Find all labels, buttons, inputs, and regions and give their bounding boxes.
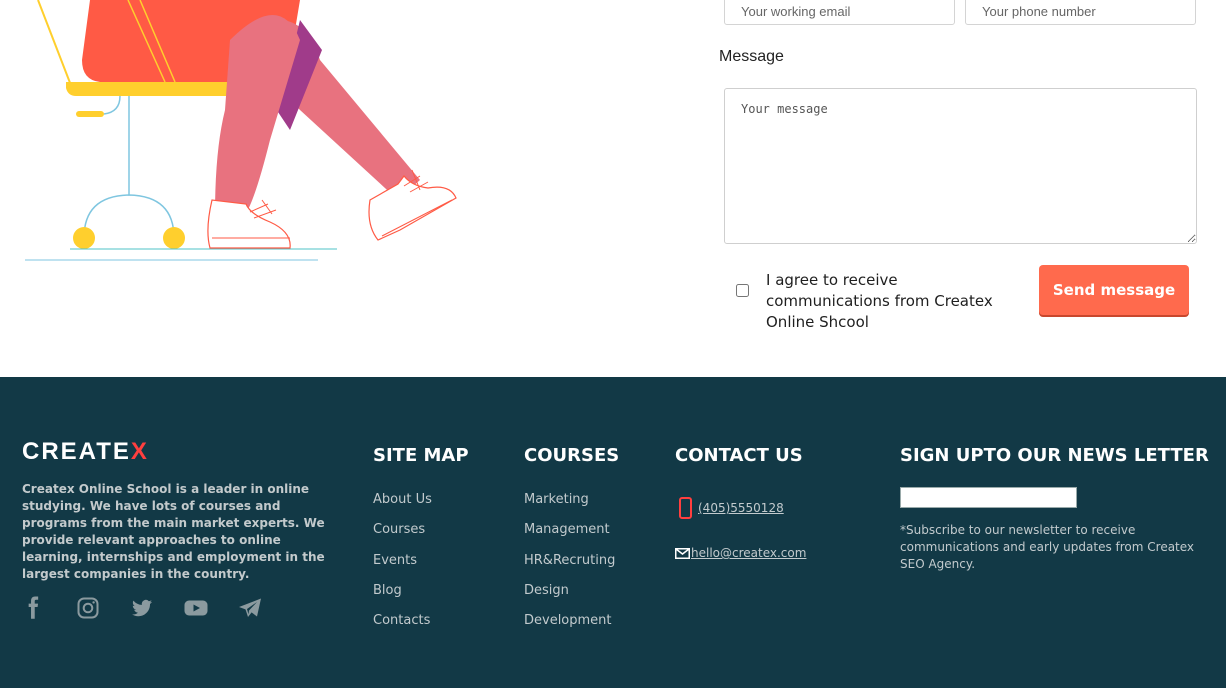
course-link-design[interactable]: Design xyxy=(524,583,569,598)
agree-label: I agree to receive communications from C… xyxy=(766,271,993,331)
facebook-icon[interactable] xyxy=(22,596,46,620)
contact-email-text: hello@createx.com xyxy=(691,546,807,560)
message-label: Message xyxy=(719,48,784,65)
instagram-icon[interactable] xyxy=(76,596,100,620)
twitter-icon[interactable] xyxy=(130,596,154,620)
contact-title: CONTACT US xyxy=(675,445,803,466)
course-link-marketing[interactable]: Marketing xyxy=(524,492,589,507)
contact-phone-link[interactable]: (405)5550128 xyxy=(679,497,784,519)
courses-list: Marketing Management HR&Recruting Design… xyxy=(524,488,615,639)
phone-field[interactable] xyxy=(965,0,1196,25)
student-illustration xyxy=(25,0,457,261)
about-text: Createx Online School is a leader in onl… xyxy=(22,482,325,581)
sitemap-link-contacts[interactable]: Contacts xyxy=(373,613,430,628)
telegram-icon[interactable] xyxy=(238,596,262,620)
phone-icon xyxy=(679,497,692,519)
agree-checkbox[interactable] xyxy=(736,284,749,297)
sitemap-link-courses[interactable]: Courses xyxy=(373,522,425,537)
mail-icon xyxy=(675,547,690,559)
sitemap-link-blog[interactable]: Blog xyxy=(373,583,402,598)
send-message-button[interactable]: Send message xyxy=(1039,265,1189,315)
course-link-hr[interactable]: HR&Recruting xyxy=(524,553,615,568)
course-link-development[interactable]: Development xyxy=(524,613,612,628)
youtube-icon[interactable] xyxy=(184,596,208,620)
contact-phone-text: (405)5550128 xyxy=(698,501,784,515)
newsletter-title: SIGN UPTO OUR NEWS LETTER xyxy=(900,445,1209,466)
newsletter-email-input[interactable] xyxy=(900,487,1077,508)
message-textarea[interactable] xyxy=(724,88,1197,244)
sitemap-link-events[interactable]: Events xyxy=(373,553,417,568)
email-field[interactable] xyxy=(724,0,955,25)
sitemap-list: About Us Courses Events Blog Contacts xyxy=(373,488,432,639)
newsletter-note: *Subscribe to our newsletter to receive … xyxy=(900,523,1195,571)
courses-title: COURSES xyxy=(524,445,620,466)
createx-logo[interactable]: CREATEX xyxy=(22,440,149,464)
course-link-management[interactable]: Management xyxy=(524,522,610,537)
sitemap-title: SITE MAP xyxy=(373,445,469,466)
contact-email-link[interactable]: hello@createx.com xyxy=(675,543,806,563)
sitemap-link-about[interactable]: About Us xyxy=(373,492,432,507)
